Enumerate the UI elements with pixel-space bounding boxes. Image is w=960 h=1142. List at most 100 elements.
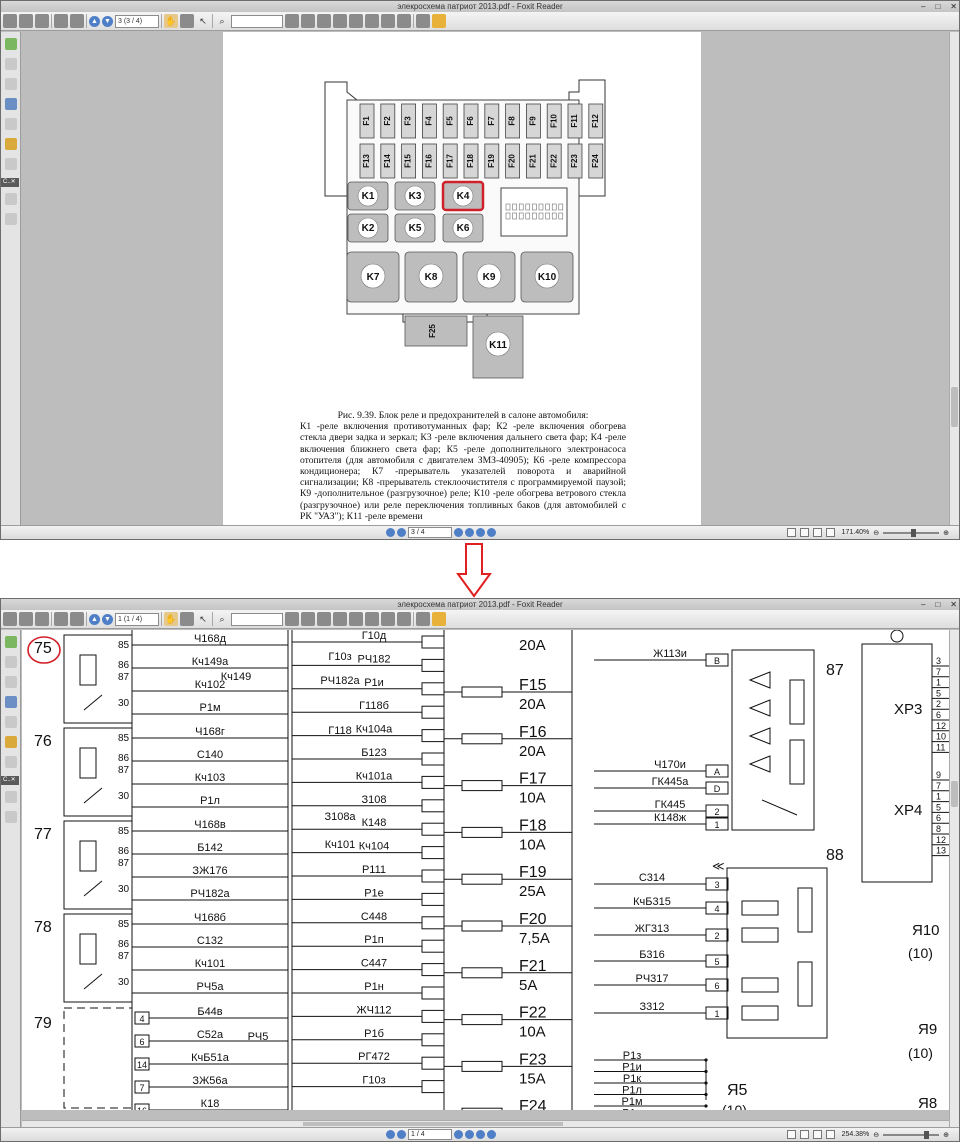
last-page-icon[interactable] [465, 528, 474, 537]
rotate-icon[interactable] [333, 14, 347, 28]
last-page-icon[interactable] [465, 1130, 474, 1139]
select-arrow-icon[interactable]: ↖ [196, 14, 210, 28]
hand-tool-icon[interactable]: ✋ [164, 14, 178, 28]
go-forward-icon[interactable] [487, 1130, 496, 1139]
signature-icon[interactable] [5, 756, 17, 768]
signature-icon[interactable] [5, 158, 17, 170]
go-forward-icon[interactable] [487, 528, 496, 537]
pages-icon[interactable] [5, 656, 17, 668]
sidebar-tab[interactable]: C..✕ [1, 776, 19, 785]
go-back-icon[interactable] [476, 1130, 485, 1139]
first-page-icon[interactable] [386, 1130, 395, 1139]
next-page-icon[interactable]: ▼ [102, 15, 113, 27]
previous-page-icon[interactable]: ▲ [89, 15, 100, 27]
zoom-slider[interactable] [883, 528, 940, 537]
facing-icon[interactable] [381, 612, 395, 626]
maximize-icon[interactable]: □ [935, 1, 940, 12]
single-page-view-icon[interactable] [787, 528, 797, 537]
attachments-icon[interactable] [5, 118, 17, 130]
prev-page-icon[interactable] [397, 528, 406, 537]
zoom-icon[interactable] [285, 14, 299, 28]
zoom-out-icon[interactable]: ⊖ [873, 529, 879, 537]
fit-width-icon[interactable] [317, 14, 331, 28]
continuous-icon[interactable] [365, 14, 379, 28]
single-page-icon[interactable] [349, 612, 363, 626]
pen-icon[interactable] [5, 791, 17, 803]
zoom-in-icon[interactable]: ⊕ [943, 529, 949, 537]
email-icon[interactable] [70, 14, 84, 28]
bookmark-icon[interactable] [5, 636, 17, 648]
attachments-icon[interactable] [5, 716, 17, 728]
zoom-in-icon[interactable]: ⊕ [943, 1131, 949, 1139]
scroll-thumb[interactable] [951, 781, 958, 807]
save-icon[interactable] [19, 612, 33, 626]
continuous-view-icon[interactable] [800, 1130, 810, 1139]
rotate-icon[interactable] [333, 612, 347, 626]
typewriter-icon[interactable] [416, 14, 430, 28]
layers-icon[interactable] [5, 676, 17, 688]
binoculars-icon[interactable]: ⌕ [215, 14, 229, 28]
layers-icon[interactable] [5, 78, 17, 90]
next-page-icon[interactable] [454, 528, 463, 537]
sidebar-tab[interactable]: C..✕ [1, 178, 19, 187]
print-icon[interactable] [54, 14, 68, 28]
scroll-thumb[interactable] [951, 387, 958, 427]
zoom-slider-knob[interactable] [924, 1130, 930, 1139]
go-back-icon[interactable] [476, 528, 485, 537]
close-icon[interactable]: ✕ [950, 1, 957, 12]
maximize-icon[interactable]: □ [935, 599, 940, 610]
two-page-icon[interactable] [397, 612, 411, 626]
first-page-icon[interactable] [386, 528, 395, 537]
zoom-slider-knob[interactable] [911, 528, 917, 537]
facing-icon[interactable] [381, 14, 395, 28]
comment-icon[interactable] [432, 14, 446, 28]
continuous-view-icon[interactable] [800, 528, 810, 537]
two-page-icon[interactable] [397, 14, 411, 28]
document-viewport[interactable]: F1 F2 F3 F4 F5 F6 F7 F8 F9 F10 F11 F12 F13 F14 F15 F16 F… [22, 32, 949, 525]
zoom-out-icon[interactable]: ⊖ [873, 1131, 879, 1139]
pages-icon[interactable] [5, 58, 17, 70]
comments-icon[interactable] [5, 696, 17, 708]
open-icon[interactable] [3, 612, 17, 626]
fit-width-icon[interactable] [317, 612, 331, 626]
scroll-thumb[interactable] [303, 1122, 563, 1126]
zoom-slider[interactable] [883, 1130, 940, 1139]
vertical-scrollbar[interactable] [949, 630, 959, 1127]
vertical-scrollbar[interactable] [949, 32, 959, 525]
marker-icon[interactable] [5, 811, 17, 823]
previous-page-icon[interactable]: ▲ [89, 613, 100, 625]
page-number-input[interactable]: 3 (3 / 4) [115, 14, 159, 28]
save-all-icon[interactable] [35, 612, 49, 626]
lock-icon[interactable] [5, 736, 17, 748]
horizontal-scrollbar[interactable] [22, 1120, 949, 1127]
continuous-facing-view-icon[interactable] [826, 1130, 836, 1139]
binoculars-icon[interactable]: ⌕ [215, 612, 229, 626]
close-icon[interactable]: ✕ [950, 599, 957, 610]
open-icon[interactable] [3, 14, 17, 28]
single-page-view-icon[interactable] [787, 1130, 797, 1139]
page-indicator[interactable]: 3 / 4 [408, 527, 452, 538]
select-text-icon[interactable] [180, 14, 194, 28]
facing-view-icon[interactable] [813, 528, 823, 537]
save-icon[interactable] [19, 14, 33, 28]
email-icon[interactable] [70, 612, 84, 626]
comment-icon[interactable] [432, 612, 446, 626]
lock-icon[interactable] [5, 138, 17, 150]
page-number-input[interactable]: 1 (1 / 4) [115, 612, 159, 626]
fit-page-icon[interactable] [301, 612, 315, 626]
bookmark-icon[interactable] [5, 38, 17, 50]
search-input[interactable] [231, 14, 283, 28]
pen-icon[interactable] [5, 193, 17, 205]
print-icon[interactable] [54, 612, 68, 626]
typewriter-icon[interactable] [416, 612, 430, 626]
zoom-icon[interactable] [285, 612, 299, 626]
select-arrow-icon[interactable]: ↖ [196, 612, 210, 626]
select-text-icon[interactable] [180, 612, 194, 626]
marker-icon[interactable] [5, 213, 17, 225]
facing-view-icon[interactable] [813, 1130, 823, 1139]
fit-page-icon[interactable] [301, 14, 315, 28]
hand-tool-icon[interactable]: ✋ [164, 612, 178, 626]
continuous-icon[interactable] [365, 612, 379, 626]
save-all-icon[interactable] [35, 14, 49, 28]
next-page-icon[interactable]: ▼ [102, 613, 113, 625]
